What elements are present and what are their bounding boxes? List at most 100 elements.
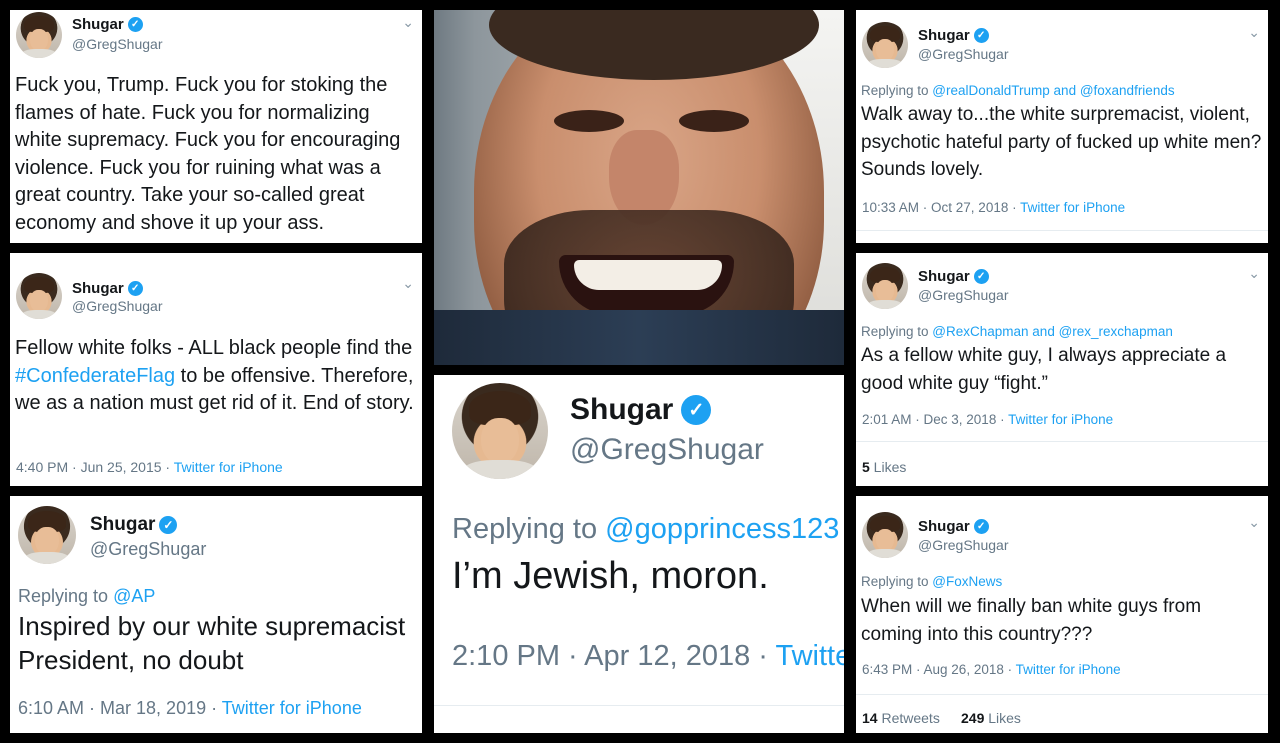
display-name-row[interactable]: Shugar ✓	[72, 280, 143, 297]
source-link[interactable]: Twitter for iPhone	[174, 459, 283, 475]
timestamp[interactable]: 6:43 PM · Aug 26, 2018 ·	[862, 662, 1016, 677]
tweet-card-3: Shugar ✓ @GregShugar Replying to @AP Ins…	[10, 496, 422, 733]
verified-badge-icon: ✓	[159, 516, 178, 534]
display-name[interactable]: Shugar	[918, 27, 970, 44]
avatar[interactable]	[16, 273, 62, 319]
timestamp[interactable]: 10:33 AM · Oct 27, 2018 ·	[862, 200, 1020, 215]
avatar[interactable]	[16, 12, 62, 58]
avatar[interactable]	[862, 263, 908, 309]
chevron-down-icon[interactable]: ⌄	[1248, 24, 1260, 41]
display-name[interactable]: Shugar	[918, 518, 970, 535]
chevron-down-icon[interactable]: ⌄	[1248, 265, 1260, 282]
tweet-meta: 2:10 PM · Apr 12, 2018 · Twitter for iPh…	[452, 640, 844, 673]
likes-number: 249	[961, 710, 985, 726]
replying-to-label: Replying to	[861, 83, 933, 98]
retweets-count[interactable]: 14 Retweets	[862, 710, 940, 726]
chevron-down-icon[interactable]: ⌄	[1248, 514, 1260, 531]
chevron-down-icon[interactable]: ⌄	[402, 14, 414, 31]
display-name-row[interactable]: Shugar ✓	[918, 268, 989, 285]
tweet-meta: 10:33 AM · Oct 27, 2018 · Twitter for iP…	[862, 200, 1125, 215]
retweets-label: Retweets	[877, 710, 940, 726]
tweet-text: Walk away to...the white surpremacist, v…	[861, 104, 1262, 180]
display-name-row[interactable]: Shugar ✓	[570, 393, 712, 427]
profile-photo	[434, 10, 844, 365]
user-handle[interactable]: @GregShugar	[918, 46, 1008, 62]
avatar[interactable]	[452, 383, 548, 479]
verified-badge-icon: ✓	[127, 281, 143, 296]
tweet-card-4: Shugar ✓ @GregShugar Replying to @goppri…	[434, 375, 844, 733]
source-link[interactable]: Twitter for iPhone	[1020, 200, 1125, 215]
replying-to: Replying to @AP	[18, 586, 155, 607]
replying-to-label: Replying to	[861, 324, 933, 339]
replying-to-and: and	[1049, 83, 1080, 98]
tweet-text-part: Fellow white folks - ALL black people fi…	[15, 337, 413, 359]
timestamp[interactable]: 6:10 AM · Mar 18, 2019 ·	[18, 698, 222, 718]
likes-label: Likes	[984, 710, 1021, 726]
likes-number: 5	[862, 459, 870, 475]
timestamp[interactable]: 2:01 AM · Dec 3, 2018 ·	[862, 412, 1008, 427]
tweet-meta: 6:10 AM · Mar 18, 2019 · Twitter for iPh…	[18, 698, 362, 719]
avatar[interactable]	[862, 22, 908, 68]
mention-link[interactable]: @AP	[113, 586, 155, 606]
divider	[856, 441, 1268, 442]
user-handle[interactable]: @GregShugar	[918, 537, 1008, 553]
avatar[interactable]	[862, 512, 908, 558]
display-name[interactable]: Shugar	[918, 268, 970, 285]
likes-count[interactable]: 249 Likes	[961, 710, 1021, 726]
timestamp[interactable]: 2:10 PM · Apr 12, 2018 ·	[452, 640, 776, 672]
mention-link[interactable]: @gopprincess123	[605, 513, 839, 545]
user-handle[interactable]: @GregShugar	[72, 298, 162, 314]
hashtag-link[interactable]: #ConfederateFlag	[15, 365, 175, 387]
user-handle[interactable]: @GregShugar	[90, 539, 206, 560]
tweet-card-1: Shugar ✓ @GregShugar ⌄ Fuck you, Trump. …	[10, 10, 422, 243]
tweet-meta: 6:43 PM · Aug 26, 2018 · Twitter for iPh…	[862, 662, 1121, 677]
mention-link[interactable]: @RexChapman	[932, 324, 1028, 339]
mention-link[interactable]: @realDonaldTrump	[932, 83, 1050, 98]
display-name-row[interactable]: Shugar ✓	[918, 518, 989, 535]
divider	[434, 705, 844, 706]
divider	[856, 230, 1268, 231]
chevron-down-icon[interactable]: ⌄	[402, 275, 414, 292]
source-link[interactable]: Twitter for iPhone	[1016, 662, 1121, 677]
user-handle[interactable]: @GregShugar	[918, 287, 1008, 303]
tweet-card-6: Shugar ✓ @GregShugar ⌄ Replying to @RexC…	[856, 253, 1268, 486]
avatar[interactable]	[18, 506, 76, 564]
mention-link[interactable]: @rex_rexchapman	[1059, 324, 1173, 339]
user-handle[interactable]: @GregShugar	[570, 433, 764, 467]
replying-to-label: Replying to	[861, 574, 933, 589]
display-name[interactable]: Shugar	[72, 280, 124, 297]
replying-to-and: and	[1028, 324, 1059, 339]
tweet-meta: 2:01 AM · Dec 3, 2018 · Twitter for iPho…	[862, 412, 1113, 427]
display-name[interactable]: Shugar	[72, 16, 124, 33]
mention-link[interactable]: @foxandfriends	[1080, 83, 1175, 98]
display-name-row[interactable]: Shugar ✓	[90, 514, 178, 536]
tweet-text: As a fellow white guy, I always apprecia…	[861, 345, 1227, 394]
user-handle[interactable]: @GregShugar	[72, 36, 162, 52]
display-name-row[interactable]: Shugar ✓	[918, 27, 989, 44]
divider	[856, 694, 1268, 695]
mention-link[interactable]: @FoxNews	[932, 574, 1002, 589]
tweet-card-5: Shugar ✓ @GregShugar ⌄ Replying to @real…	[856, 10, 1268, 243]
replying-to-label: Replying to	[18, 586, 114, 606]
tweet-card-7: Shugar ✓ @GregShugar ⌄ Replying to @FoxN…	[856, 496, 1268, 733]
source-link[interactable]: Twitter for iPhone	[1008, 412, 1113, 427]
display-name[interactable]: Shugar	[570, 393, 673, 427]
verified-badge-icon: ✓	[973, 269, 989, 284]
verified-badge-icon: ✓	[973, 28, 989, 43]
retweets-number: 14	[862, 710, 878, 726]
tweet-meta: 4:40 PM · Jun 25, 2015 · Twitter for iPh…	[16, 459, 283, 475]
replying-to: Replying to @realDonaldTrump and @foxand…	[861, 83, 1175, 98]
timestamp[interactable]: 4:40 PM · Jun 25, 2015 ·	[16, 459, 174, 475]
tweet-text: Fuck you, Trump. Fuck you for stoking th…	[15, 74, 401, 234]
replying-to: Replying to @gopprincess123	[452, 513, 839, 546]
verified-badge-icon: ✓	[973, 519, 989, 534]
tweet-text: When will we finally ban white guys from…	[861, 596, 1202, 645]
tweet-text: Inspired by our white supremacist Presid…	[18, 611, 406, 675]
verified-badge-icon: ✓	[681, 395, 712, 425]
likes-count[interactable]: 5 Likes	[862, 459, 906, 475]
replying-to-label: Replying to	[452, 513, 606, 545]
display-name[interactable]: Shugar	[90, 514, 155, 536]
display-name-row[interactable]: Shugar ✓	[72, 16, 143, 33]
source-link[interactable]: Twitter for iPhone	[776, 640, 845, 672]
source-link[interactable]: Twitter for iPhone	[222, 698, 362, 718]
